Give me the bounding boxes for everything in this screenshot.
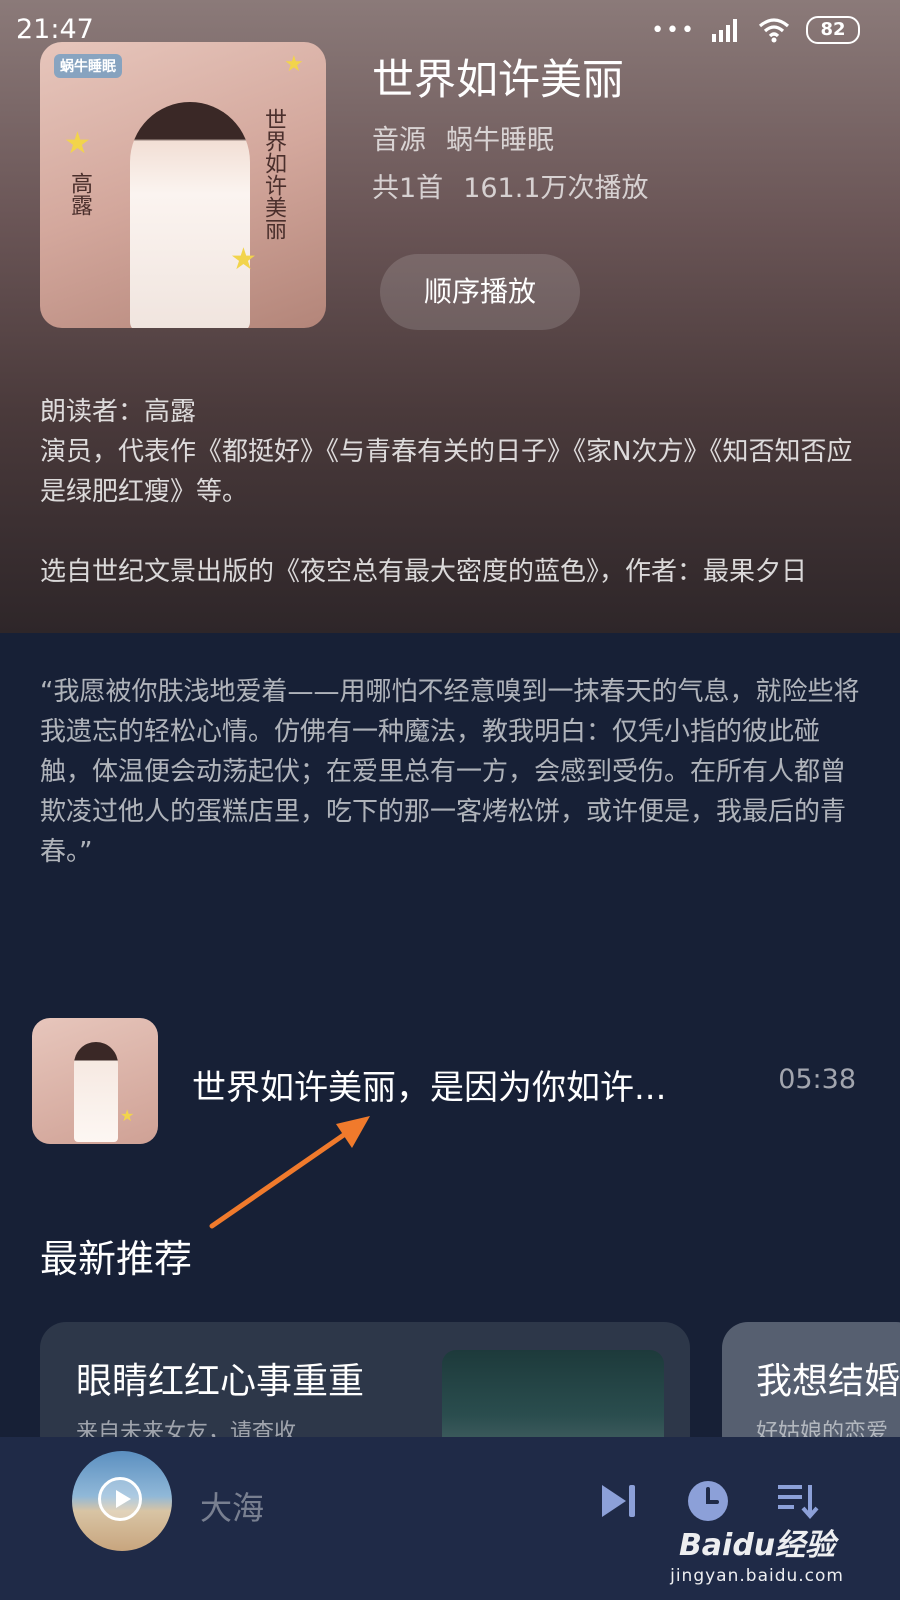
- narrator-bio: 演员，代表作《都挺好》《与青春有关的日子》《家N次方》《知否知否应是绿肥红瘦》等…: [40, 437, 853, 507]
- play-count: 161.1万次播放: [463, 173, 649, 204]
- playlist-icon[interactable]: [776, 1481, 820, 1521]
- track-row[interactable]: ★ 世界如许美丽，是因为你如许... 05:38: [32, 1018, 856, 1144]
- battery-icon: 82: [806, 16, 860, 44]
- status-icons: ••• 82: [651, 14, 860, 46]
- star-icon: ★: [120, 1106, 135, 1125]
- player-song-title[interactable]: 大海: [200, 1483, 264, 1529]
- signal-icon: [712, 19, 737, 42]
- star-icon: ★: [230, 242, 257, 277]
- album-title: 世界如许美丽: [372, 55, 625, 104]
- sequential-play-button[interactable]: 顺序播放: [380, 254, 580, 330]
- book-quote: “我愿被你肤浅地爱着——用哪怕不经意嗅到一抹春天的气息，就险些将我遗忘的轻松心情…: [40, 677, 860, 867]
- wifi-icon: [758, 18, 790, 43]
- album-source: 音源 蜗牛睡眠: [372, 118, 554, 157]
- narrator-line: 朗读者：高露: [40, 397, 197, 427]
- cover-portrait: [130, 102, 250, 328]
- player-artwork[interactable]: [72, 1451, 172, 1551]
- track-duration: 05:38: [778, 1064, 856, 1095]
- track-count: 共1首: [372, 173, 444, 204]
- track-thumbnail: ★: [32, 1018, 158, 1144]
- more-dots-icon: •••: [651, 17, 696, 43]
- section-title-recommend: 最新推荐: [40, 1237, 193, 1281]
- thumb-portrait: [74, 1042, 118, 1142]
- watermark-url: jingyan.baidu.com: [670, 1566, 844, 1586]
- status-time: 21:47: [16, 14, 94, 45]
- track-title[interactable]: 世界如许美丽，是因为你如许...: [192, 1060, 666, 1109]
- star-icon: ★: [64, 126, 91, 161]
- cover-narrator: 高露: [67, 172, 92, 216]
- source-name[interactable]: 蜗牛睡眠: [446, 125, 554, 156]
- source-line: 选自世纪文景出版的《夜空总有最大密度的蓝色》，作者：最果夕日: [40, 557, 808, 587]
- next-track-icon[interactable]: [598, 1481, 638, 1521]
- album-cover: 蜗牛睡眠 ★ ★ ★ 高露 世界如许美丽: [40, 42, 326, 328]
- source-label: 音源: [372, 125, 426, 156]
- album-stats: 共1首 161.1万次播放: [372, 166, 648, 205]
- cover-logo: 蜗牛睡眠: [54, 54, 122, 78]
- album-description: 朗读者：高露 演员，代表作《都挺好》《与青春有关的日子》《家N次方》《知否知否应…: [40, 392, 860, 592]
- recommend-card-title: 我想结婚: [756, 1361, 900, 1402]
- timer-icon[interactable]: [686, 1479, 730, 1523]
- watermark: Baidu经验 jingyan.baidu.com: [670, 1520, 844, 1586]
- cover-book-title: 世界如许美丽: [261, 108, 286, 240]
- star-icon: ★: [284, 52, 304, 77]
- watermark-brand: Baidu经验: [678, 1528, 836, 1563]
- play-icon[interactable]: [98, 1477, 142, 1521]
- recommend-card-title: 眼睛红红心事重重: [76, 1361, 365, 1402]
